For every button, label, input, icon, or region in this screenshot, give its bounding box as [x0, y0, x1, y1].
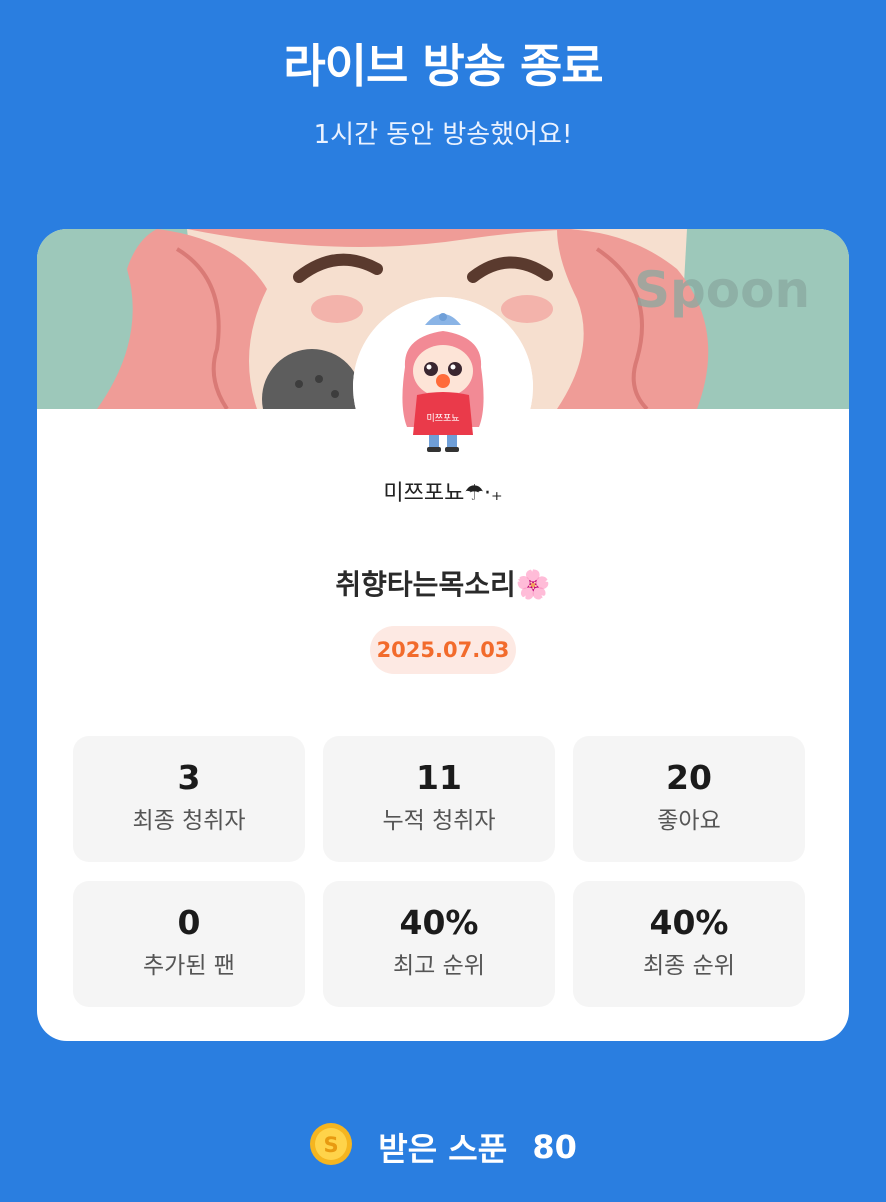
avatar-shirt-text: 미쯔포뇨	[426, 413, 459, 424]
stat-label: 추가된 팬	[143, 953, 235, 979]
avatar-illustration: 미쯔포뇨	[353, 297, 533, 477]
stat-value: 3	[177, 758, 201, 797]
stat-final-rank: 40% 최종 순위	[573, 881, 805, 1007]
received-spoons: S 받은 스푼 80	[0, 1122, 886, 1170]
dj-username: 미쯔포뇨☂︎·₊	[383, 481, 503, 506]
spoon-label: 받은 스푼	[378, 1130, 508, 1168]
coin-letter: S	[324, 1133, 339, 1157]
spoon-count: 80	[532, 1128, 577, 1166]
broadcast-date-badge: 2025.07.03	[370, 626, 516, 674]
stat-label: 최고 순위	[393, 953, 485, 979]
banner-watermark: Spoon	[634, 261, 810, 319]
page-title: 라이브 방송 종료	[283, 39, 603, 93]
stats-grid: 3 최종 청취자 11 누적 청취자 20 좋아요 0 추가된 팬 40% 최고…	[73, 736, 807, 1007]
stat-final-listeners: 3 최종 청취자	[73, 736, 305, 862]
stat-value: 40%	[399, 903, 479, 942]
stat-value: 11	[416, 758, 462, 797]
stat-value: 0	[177, 903, 201, 942]
stat-value: 40%	[649, 903, 729, 942]
stat-new-fans: 0 추가된 팬	[73, 881, 305, 1007]
stat-label: 최종 순위	[643, 953, 735, 979]
stat-value: 20	[666, 758, 712, 797]
stat-likes: 20 좋아요	[573, 736, 805, 862]
broadcast-title: 취향타는목소리🌸	[335, 568, 551, 601]
stat-label: 좋아요	[657, 808, 721, 834]
stat-label: 누적 청취자	[382, 808, 496, 834]
avatar[interactable]: 미쯔포뇨	[353, 297, 533, 477]
broadcast-duration: 1시간 동안 방송했어요!	[313, 120, 573, 150]
stat-best-rank: 40% 최고 순위	[323, 881, 555, 1007]
broadcast-summary-card: Spoon 미쯔포뇨 미쯔포뇨☂︎·₊ 취향타는목소리🌸 2025.07.03 …	[37, 229, 849, 1041]
stat-label: 최종 청취자	[132, 808, 246, 834]
stat-cumulative-listeners: 11 누적 청취자	[323, 736, 555, 862]
spoon-coin-icon: S	[309, 1122, 353, 1166]
